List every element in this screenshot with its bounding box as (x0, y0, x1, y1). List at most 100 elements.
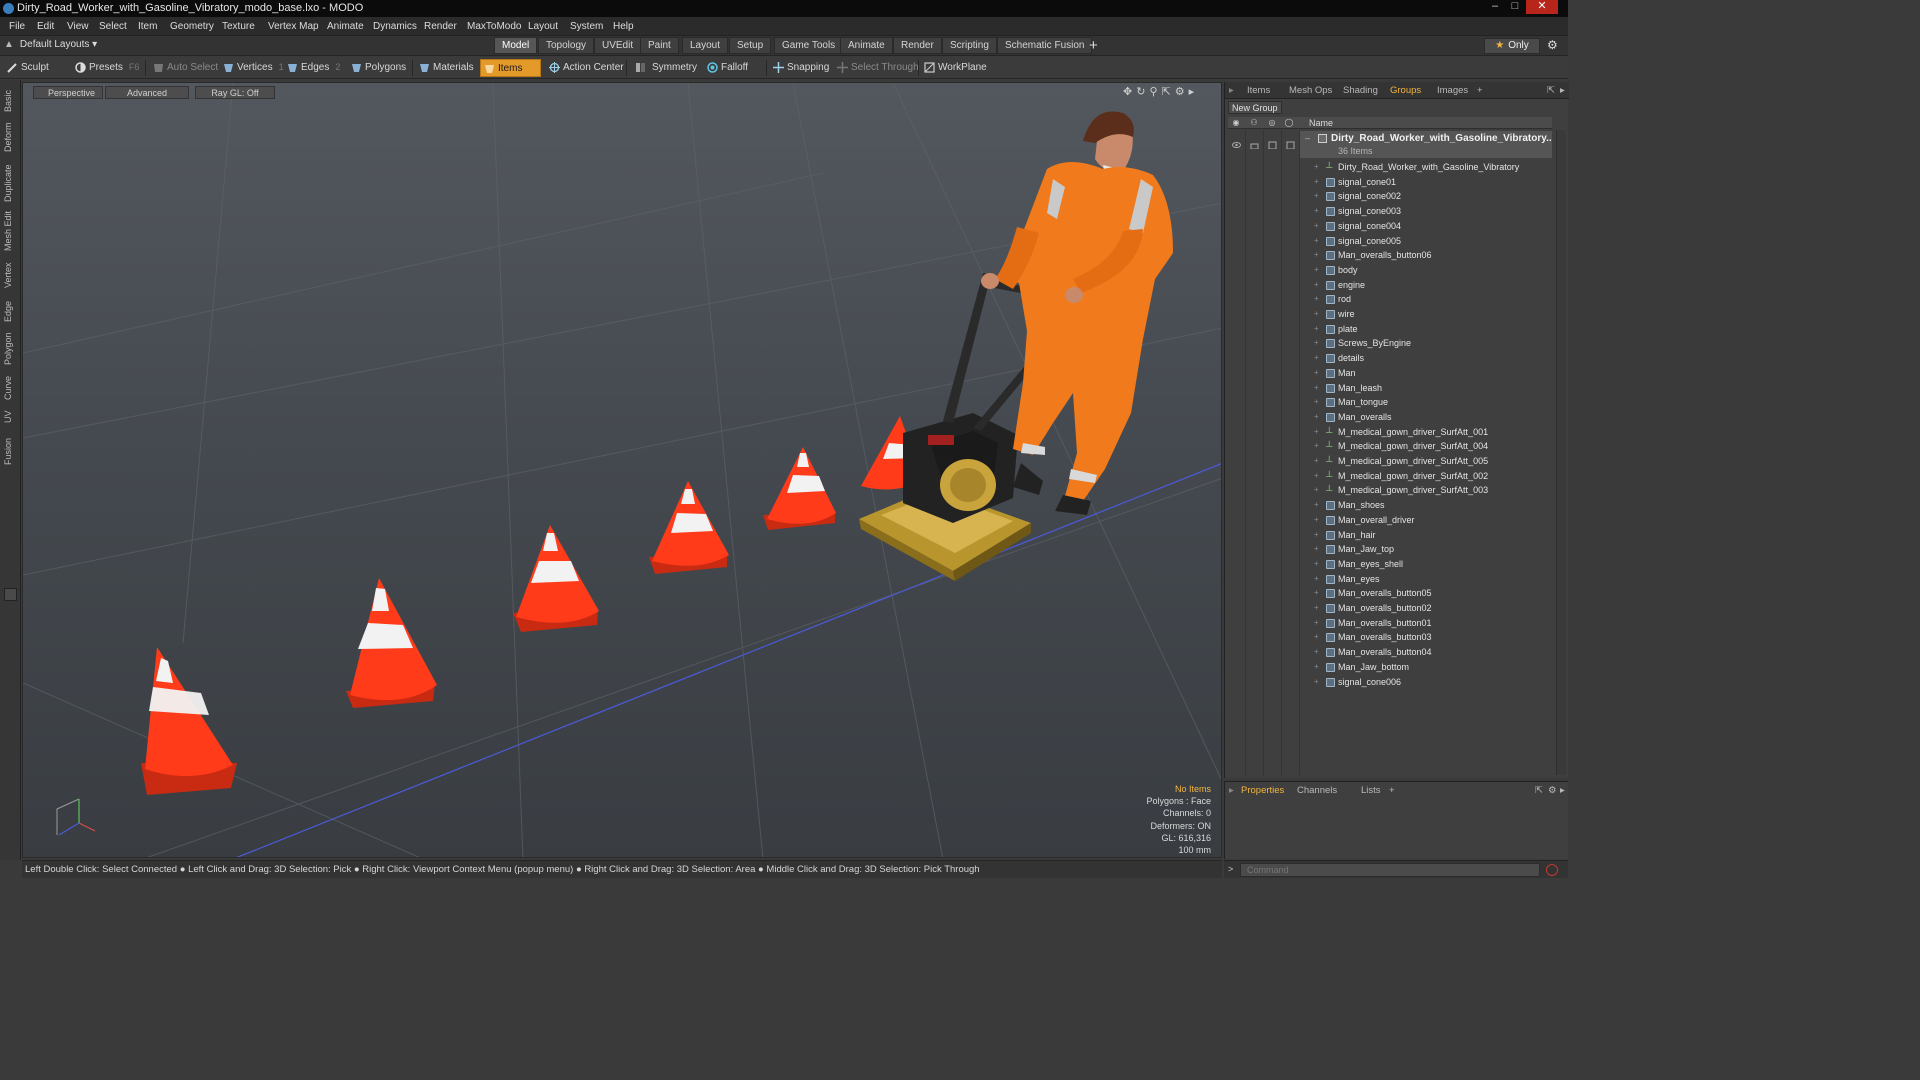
menu-maxtomodo[interactable]: MaxToModo (467, 21, 521, 32)
tab-images[interactable]: Images (1437, 85, 1468, 96)
menu-edit[interactable]: Edit (37, 21, 54, 32)
list-item[interactable]: + Man_overalls_button03 (1300, 630, 1552, 645)
expand-toggle[interactable]: + (1314, 660, 1319, 674)
minimize-button[interactable]: – (1486, 0, 1504, 14)
list-item[interactable]: + ┴ M_medical_gown_driver_SurfAtt_005 (1300, 454, 1552, 469)
expand-toggle[interactable]: + (1314, 278, 1319, 292)
tab-uv[interactable]: UV (3, 408, 17, 426)
new-group-button[interactable]: New Group (1228, 101, 1282, 114)
rotate-icon[interactable]: ↻ (1136, 86, 1145, 98)
tab-shading[interactable]: Shading (1343, 85, 1378, 96)
tab-polygon[interactable]: Polygon (3, 330, 17, 368)
arrow-right-icon[interactable]: ▸ (1560, 785, 1565, 796)
expand-toggle[interactable]: + (1314, 336, 1319, 350)
list-item[interactable]: + signal_cone002 (1300, 189, 1552, 204)
panel-menu-icon[interactable]: ▸ (1229, 85, 1234, 96)
tab-setup[interactable]: Setup (729, 37, 772, 54)
expand-toggle[interactable]: + (1314, 204, 1319, 218)
expand-toggle[interactable]: + (1314, 557, 1319, 571)
list-item[interactable]: + Man_eyes (1300, 572, 1552, 587)
workplane-button[interactable]: WorkPlane (921, 59, 992, 77)
render-icon[interactable] (1268, 141, 1277, 149)
expand-toggle[interactable]: + (1314, 586, 1319, 600)
lock-icon[interactable]: ⚇ (1249, 118, 1259, 128)
render-icon[interactable]: ◎ (1267, 118, 1277, 128)
tab-layout[interactable]: Layout (682, 37, 729, 54)
list-item[interactable]: + Man_hair (1300, 528, 1552, 543)
arrow-right-icon[interactable]: ▸ (1189, 86, 1195, 98)
3d-viewport[interactable]: Perspective Advanced Ray GL: Off ✥ ↻ ⚲ ⇱ ⚙ ▸ … (22, 82, 1222, 858)
list-item[interactable]: + ┴ M_medical_gown_driver_SurfAtt_003 (1300, 483, 1552, 498)
expand-toggle[interactable]: + (1314, 601, 1319, 615)
expand-toggle[interactable]: + (1314, 307, 1319, 321)
expand-toggle[interactable]: + (1314, 189, 1319, 203)
auto-select-button[interactable]: Auto Select (150, 59, 223, 77)
menu-view[interactable]: View (67, 21, 89, 32)
expand-toggle[interactable]: + (1314, 410, 1319, 424)
edges-button[interactable]: Edges 2 (284, 59, 345, 77)
gear-icon[interactable]: ⚙ (1548, 785, 1557, 796)
close-button[interactable]: ✕ (1526, 0, 1558, 14)
symmetry-button[interactable]: Symmetry (632, 59, 702, 77)
list-item[interactable]: + Man_overalls_button05 (1300, 586, 1552, 601)
list-item[interactable]: + signal_cone003 (1300, 204, 1552, 219)
raygl-toggle[interactable]: Ray GL: Off (195, 86, 275, 99)
expand-toggle[interactable]: + (1314, 219, 1319, 233)
materials-button[interactable]: Materials (416, 59, 479, 77)
menu-texture[interactable]: Texture (222, 21, 255, 32)
menu-animate[interactable]: Animate (327, 21, 364, 32)
list-item[interactable]: + body (1300, 263, 1552, 278)
tab-properties[interactable]: Properties (1241, 785, 1284, 796)
arrow-right-icon[interactable]: ▸ (1560, 85, 1565, 96)
tab-animate[interactable]: Animate (840, 37, 893, 54)
list-item[interactable]: + signal_cone005 (1300, 234, 1552, 249)
expand-toggle[interactable]: + (1314, 322, 1319, 336)
gear-icon[interactable]: ⚙ (1547, 38, 1558, 52)
list-item[interactable]: + Screws_ByEngine (1300, 336, 1552, 351)
expand-toggle[interactable]: + (1314, 528, 1319, 542)
list-item[interactable]: + ┴ M_medical_gown_driver_SurfAtt_004 (1300, 439, 1552, 454)
tab-mesh-edit[interactable]: Mesh Edit (3, 210, 17, 252)
maximize-viewport-icon[interactable]: ⇱ (1162, 86, 1171, 98)
menu-help[interactable]: Help (613, 21, 634, 32)
menu-file[interactable]: File (9, 21, 25, 32)
record-icon[interactable] (1546, 864, 1558, 876)
menu-dynamics[interactable]: Dynamics (373, 21, 417, 32)
expand-toggle[interactable]: + (1314, 454, 1319, 468)
select-icon[interactable] (1286, 141, 1295, 149)
select-icon[interactable]: ◯ (1284, 118, 1294, 128)
command-input[interactable] (1240, 863, 1540, 877)
expand-toggle[interactable]: + (1314, 351, 1319, 365)
list-item[interactable]: + plate (1300, 322, 1552, 337)
expand-toggle[interactable]: + (1314, 248, 1319, 262)
tab-mesh-ops[interactable]: Mesh Ops (1289, 85, 1332, 96)
menu-layout[interactable]: Layout (528, 21, 558, 32)
tab-channels[interactable]: Channels (1297, 785, 1337, 796)
only-button[interactable]: ★ Only (1484, 38, 1540, 54)
sculpt-button[interactable]: Sculpt (4, 59, 54, 77)
expand-panel-icon[interactable]: ⇱ (1535, 785, 1543, 796)
tab-groups[interactable]: Groups (1390, 85, 1421, 96)
list-item[interactable]: + Man_Jaw_top (1300, 542, 1552, 557)
expand-panel-icon[interactable]: ⇱ (1547, 85, 1555, 96)
list-item[interactable]: + ┴ Dirty_Road_Worker_with_Gasoline_Vibrat… (1300, 160, 1552, 175)
expand-toggle[interactable]: + (1314, 542, 1319, 556)
expand-toggle[interactable]: + (1314, 645, 1319, 659)
tab-vertex[interactable]: Vertex (3, 260, 17, 290)
expand-toggle[interactable]: + (1314, 234, 1319, 248)
tab-basic[interactable]: Basic (3, 88, 17, 114)
tab-game-tools[interactable]: Game Tools (774, 37, 844, 54)
panel-menu-icon[interactable]: ▸ (1229, 785, 1234, 796)
menu-item[interactable]: Item (138, 21, 157, 32)
expand-toggle[interactable]: + (1314, 498, 1319, 512)
tab-deform[interactable]: Deform (3, 120, 17, 154)
polygons-button[interactable]: Polygons (348, 59, 411, 77)
list-item[interactable]: + Man_overalls_button06 (1300, 248, 1552, 263)
tab-topology[interactable]: Topology (538, 37, 595, 54)
list-item[interactable]: + Man_eyes_shell (1300, 557, 1552, 572)
list-item[interactable]: + ┴ M_medical_gown_driver_SurfAtt_002 (1300, 469, 1552, 484)
expand-toggle[interactable]: + (1314, 630, 1319, 644)
snapping-button[interactable]: Snapping (770, 59, 834, 77)
tab-schematic-fusion[interactable]: Schematic Fusion (997, 37, 1093, 54)
tab-uvedit[interactable]: UVEdit (594, 37, 642, 54)
